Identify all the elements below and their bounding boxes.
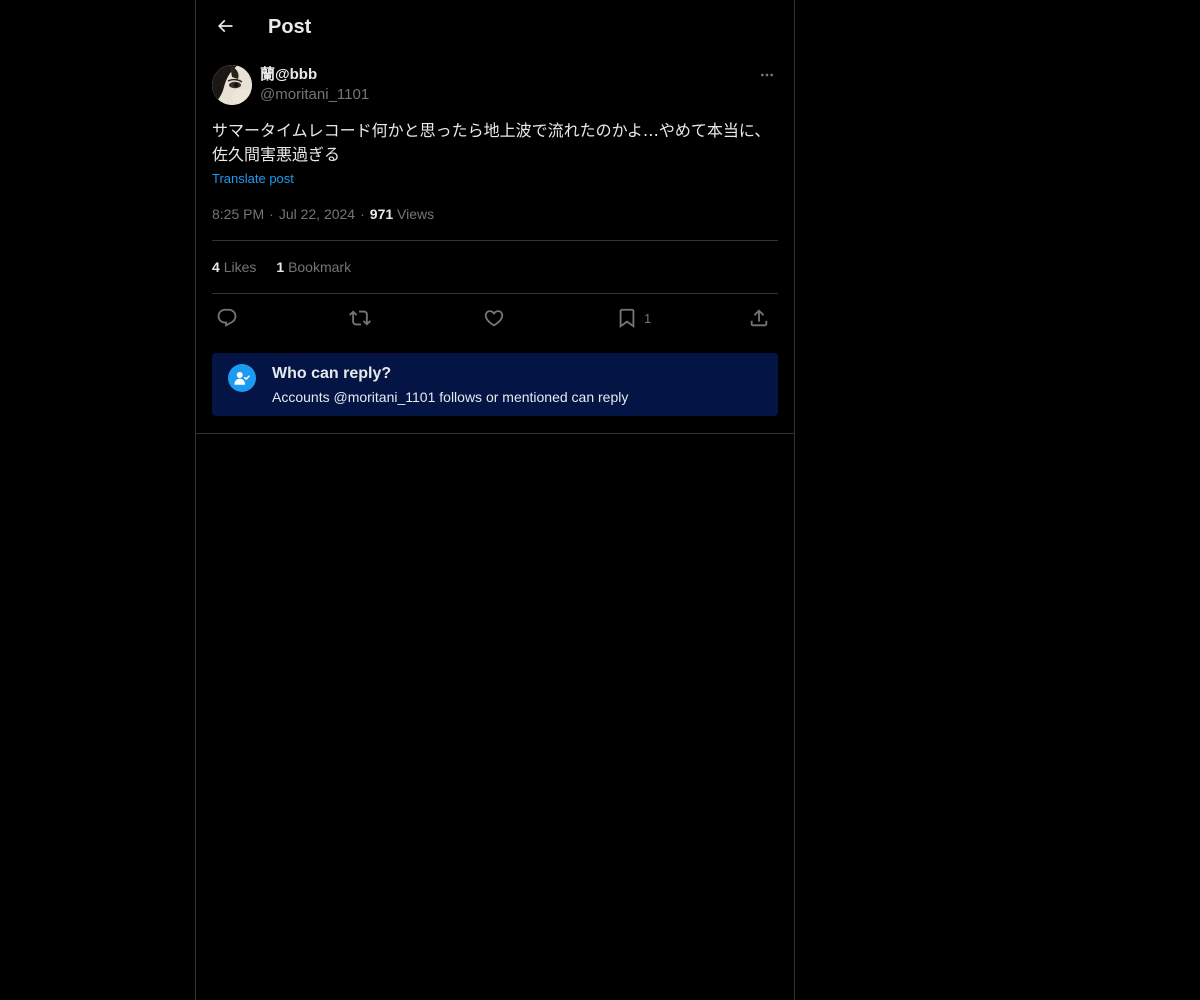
more-horizontal-icon: [761, 73, 773, 77]
meta-separator: ·: [360, 206, 365, 222]
bookmark-button[interactable]: 1: [616, 305, 651, 331]
page-header: Post: [196, 0, 794, 53]
divider: [212, 240, 778, 241]
avatar[interactable]: [212, 65, 252, 105]
author-row: 蘭@bbb @moritani_1101: [212, 65, 778, 109]
who-can-reply-box: Who can reply? Accounts @moritani_1101 f…: [212, 353, 778, 416]
share-button[interactable]: [748, 305, 770, 331]
like-button[interactable]: [483, 305, 505, 331]
author-names: 蘭@bbb @moritani_1101: [260, 65, 369, 105]
translate-post-link[interactable]: Translate post: [212, 170, 294, 188]
bookmark-icon: [619, 308, 635, 329]
views-count: 971: [369, 206, 394, 222]
avatar-image: [212, 65, 252, 105]
post-time[interactable]: 8:25 PM: [212, 206, 264, 222]
share-icon: [750, 309, 768, 327]
action-bar: 1: [212, 303, 778, 333]
arrow-left-icon: [217, 19, 233, 33]
who-can-reply-description: Accounts @moritani_1101 follows or menti…: [272, 389, 629, 405]
repost-button[interactable]: [349, 305, 371, 331]
heart-icon: [484, 310, 504, 327]
bookmarks-count: 1: [276, 259, 285, 275]
person-check-icon: [234, 372, 250, 385]
bookmarks-stat: 1 Bookmark: [276, 259, 351, 275]
more-options-button[interactable]: [756, 65, 778, 85]
post-stats: 4 Likes 1 Bookmark: [212, 257, 371, 277]
post-text: サマータイムレコード何かと思ったら地上波で流れたのかよ…やめて本当に、佐久間害悪…: [212, 121, 771, 164]
who-can-reply-title: Who can reply?: [272, 365, 392, 382]
divider: [212, 293, 778, 294]
page-title: Post: [268, 16, 312, 38]
post-column: Post 蘭@bbb @moritani_1101 サマータイムレコード何かと思…: [195, 0, 795, 1000]
post-date[interactable]: Jul 22, 2024: [279, 206, 355, 222]
reply-icon: [217, 308, 237, 327]
author-handle[interactable]: @moritani_1101: [260, 85, 369, 105]
bookmarks-label: Bookmark: [288, 259, 352, 275]
reply-restriction-badge: [228, 364, 256, 392]
post-meta: 8:25 PM · Jul 22, 2024 · 971 Views: [212, 204, 434, 224]
reply-button[interactable]: [216, 305, 238, 331]
meta-separator: ·: [269, 206, 274, 222]
back-button[interactable]: [208, 9, 242, 43]
likes-label: Likes: [223, 259, 257, 275]
bookmark-count: 1: [644, 310, 652, 326]
likes-stat[interactable]: 4 Likes: [212, 259, 256, 275]
author-display-name[interactable]: 蘭@bbb: [260, 65, 369, 85]
repost-icon: [349, 310, 371, 326]
likes-count: 4: [212, 259, 220, 275]
views-label: Views: [397, 206, 435, 222]
post-bottom-border: [196, 433, 794, 434]
